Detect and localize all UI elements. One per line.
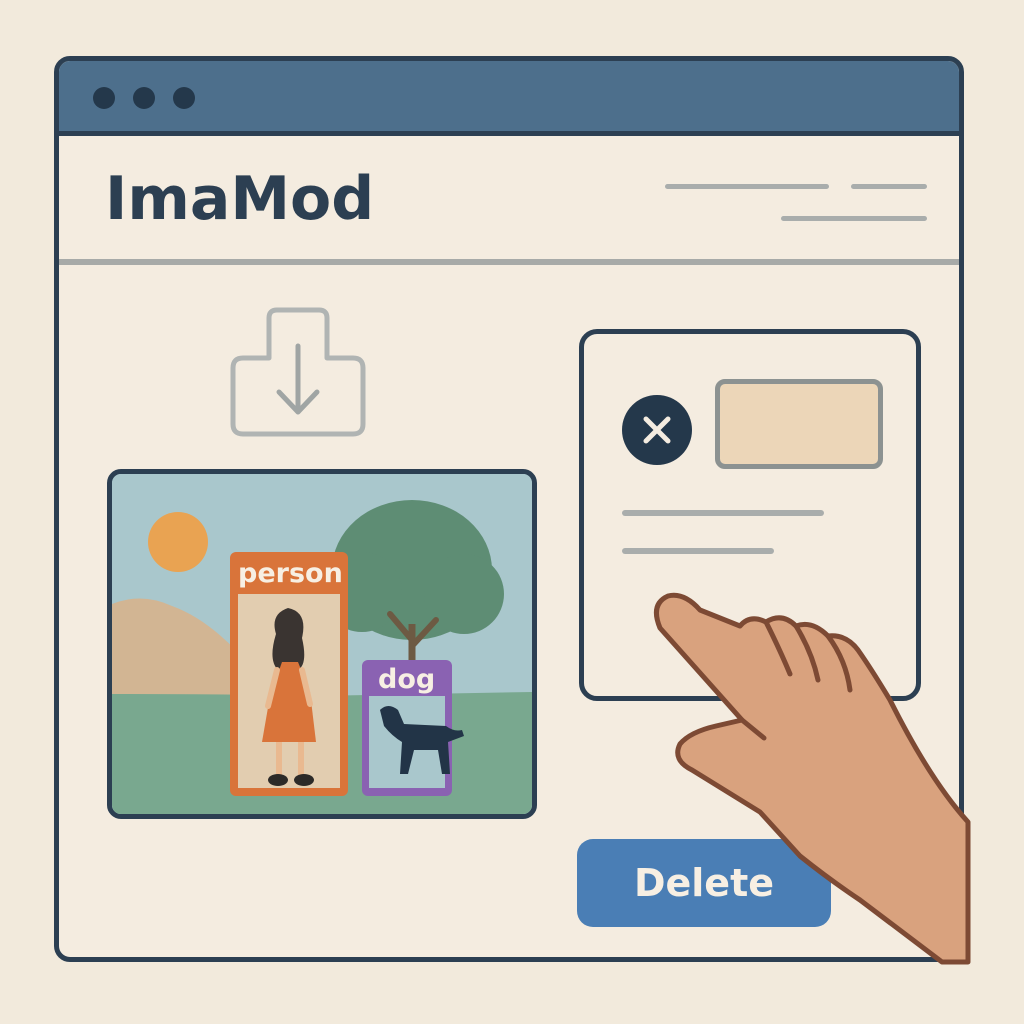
window-minimize-dot[interactable] — [133, 87, 155, 109]
dog-label: dog — [378, 664, 436, 695]
scene-illustration — [112, 474, 532, 814]
delete-dialog — [579, 329, 921, 701]
delete-button[interactable]: Delete — [577, 839, 831, 927]
app-header: ImaMod — [59, 136, 959, 264]
download-arrow-icon[interactable] — [229, 306, 369, 438]
nav-link-placeholder[interactable] — [851, 184, 927, 189]
nav-link-placeholder[interactable] — [665, 184, 829, 189]
close-icon — [643, 416, 671, 444]
person-label: person — [238, 558, 343, 589]
dialog-text-line — [622, 510, 824, 516]
app-window: ImaMod person dog Delete — [54, 56, 964, 962]
nav-link-placeholder[interactable] — [781, 216, 927, 221]
window-close-dot[interactable] — [93, 87, 115, 109]
close-button[interactable] — [622, 395, 692, 465]
window-maximize-dot[interactable] — [173, 87, 195, 109]
dialog-text-line — [622, 548, 774, 554]
app-title: ImaMod — [105, 164, 375, 234]
title-bar — [59, 61, 959, 136]
annotated-image[interactable]: person dog — [107, 469, 537, 819]
sun-icon — [148, 512, 208, 572]
header-divider — [59, 259, 959, 265]
dialog-thumbnail — [715, 379, 883, 469]
